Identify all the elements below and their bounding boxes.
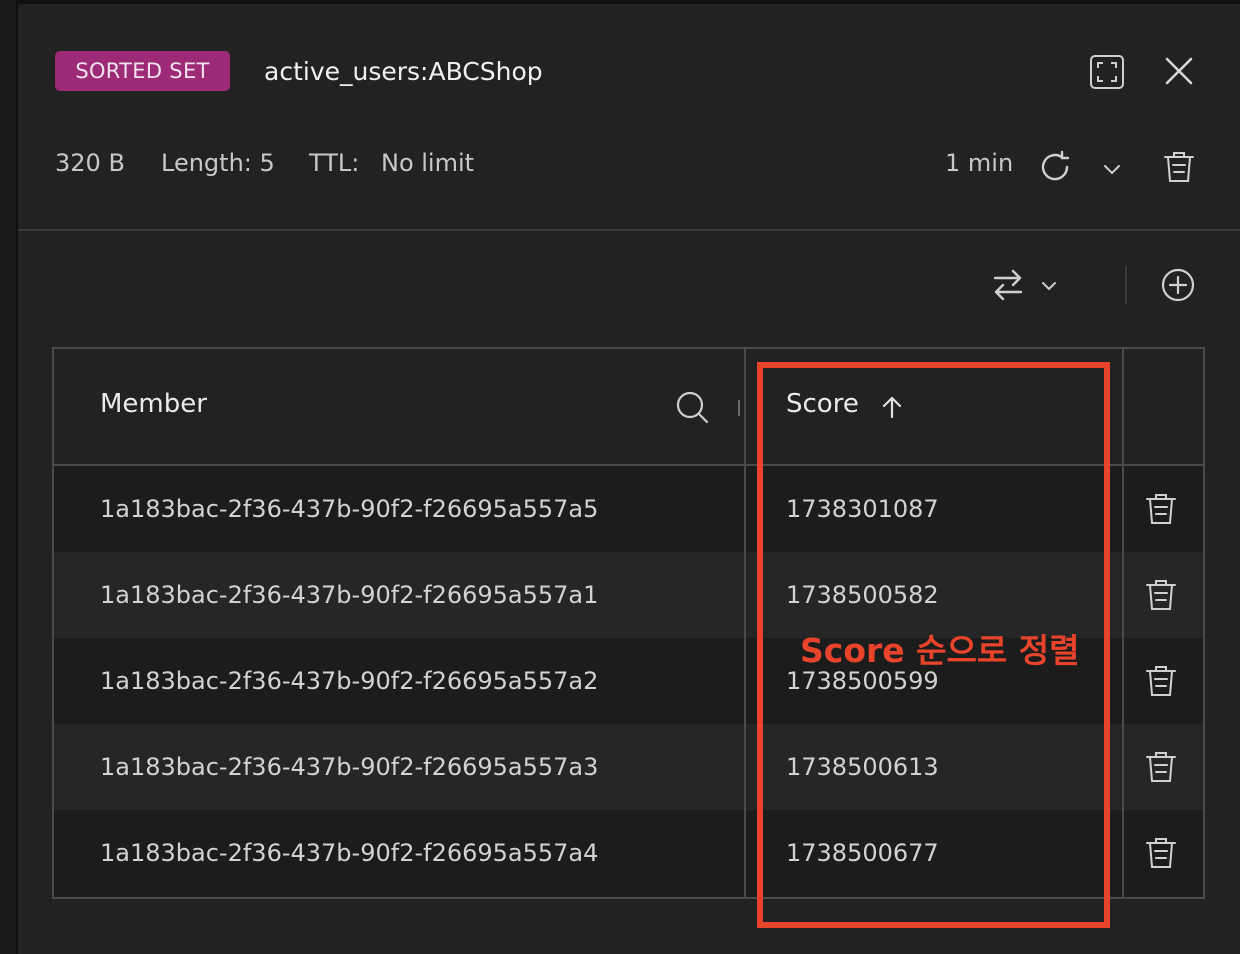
chevron-down-icon[interactable]: [1040, 280, 1058, 292]
table-row: 1a183bac-2f36-437b-90f2-f26695a557a4 173…: [54, 810, 1203, 896]
key-length: Length: 5: [161, 149, 275, 177]
key-header: SORTED SET active_users:ABCShop: [18, 4, 1240, 230]
member-cell[interactable]: 1a183bac-2f36-437b-90f2-f26695a557a5: [100, 466, 598, 552]
header-divider: [18, 229, 1240, 231]
search-icon[interactable]: [674, 389, 710, 425]
table-row: 1a183bac-2f36-437b-90f2-f26695a557a5 173…: [54, 466, 1203, 552]
panel-left-edge: [0, 0, 18, 954]
key-type-badge: SORTED SET: [55, 51, 230, 91]
column-header-member[interactable]: Member: [100, 389, 207, 419]
key-name-title: active_users:ABCShop: [264, 57, 543, 86]
chevron-down-icon[interactable]: [1102, 162, 1122, 176]
close-icon[interactable]: [1163, 55, 1195, 87]
table-row: 1a183bac-2f36-437b-90f2-f26695a557a3 173…: [54, 724, 1203, 810]
member-cell[interactable]: 1a183bac-2f36-437b-90f2-f26695a557a3: [100, 724, 598, 810]
key-details-panel: SORTED SET active_users:ABCShop 320 B Le…: [0, 0, 1240, 954]
members-table: Member Score 1a183bac-2f36-437b-90f2-f26…: [52, 347, 1205, 899]
annotation-label: Score 순으로 정렬: [800, 631, 1080, 670]
member-cell[interactable]: 1a183bac-2f36-437b-90f2-f26695a557a1: [100, 552, 598, 638]
delete-row-icon[interactable]: [1144, 492, 1178, 526]
add-member-icon[interactable]: [1160, 267, 1196, 303]
table-header: Member Score: [54, 349, 1203, 466]
member-cell[interactable]: 1a183bac-2f36-437b-90f2-f26695a557a2: [100, 638, 598, 724]
column-header-score[interactable]: Score: [786, 389, 859, 419]
sort-ascending-icon[interactable]: [880, 395, 904, 419]
delete-row-icon[interactable]: [1144, 836, 1178, 870]
delete-key-icon[interactable]: [1161, 149, 1197, 185]
member-cell[interactable]: 1a183bac-2f36-437b-90f2-f26695a557a4: [100, 810, 598, 896]
refresh-icon[interactable]: [1037, 149, 1073, 185]
delete-row-icon[interactable]: [1144, 750, 1178, 784]
delete-row-icon[interactable]: [1144, 578, 1178, 612]
score-cell[interactable]: 1738500677: [786, 810, 939, 896]
ttl-label: TTL:: [309, 149, 360, 177]
fullscreen-icon[interactable]: [1089, 54, 1125, 90]
delete-row-icon[interactable]: [1144, 664, 1178, 698]
score-cell[interactable]: 1738301087: [786, 466, 939, 552]
score-cell[interactable]: 1738500613: [786, 724, 939, 810]
column-divider: [1122, 349, 1124, 897]
toolbar-separator: [1125, 266, 1127, 304]
refresh-interval[interactable]: 1 min: [945, 146, 1013, 180]
key-size: 320 B: [55, 149, 125, 177]
column-divider: [744, 349, 746, 897]
swap-icon[interactable]: [992, 268, 1024, 302]
ttl-value[interactable]: No limit: [381, 146, 474, 180]
